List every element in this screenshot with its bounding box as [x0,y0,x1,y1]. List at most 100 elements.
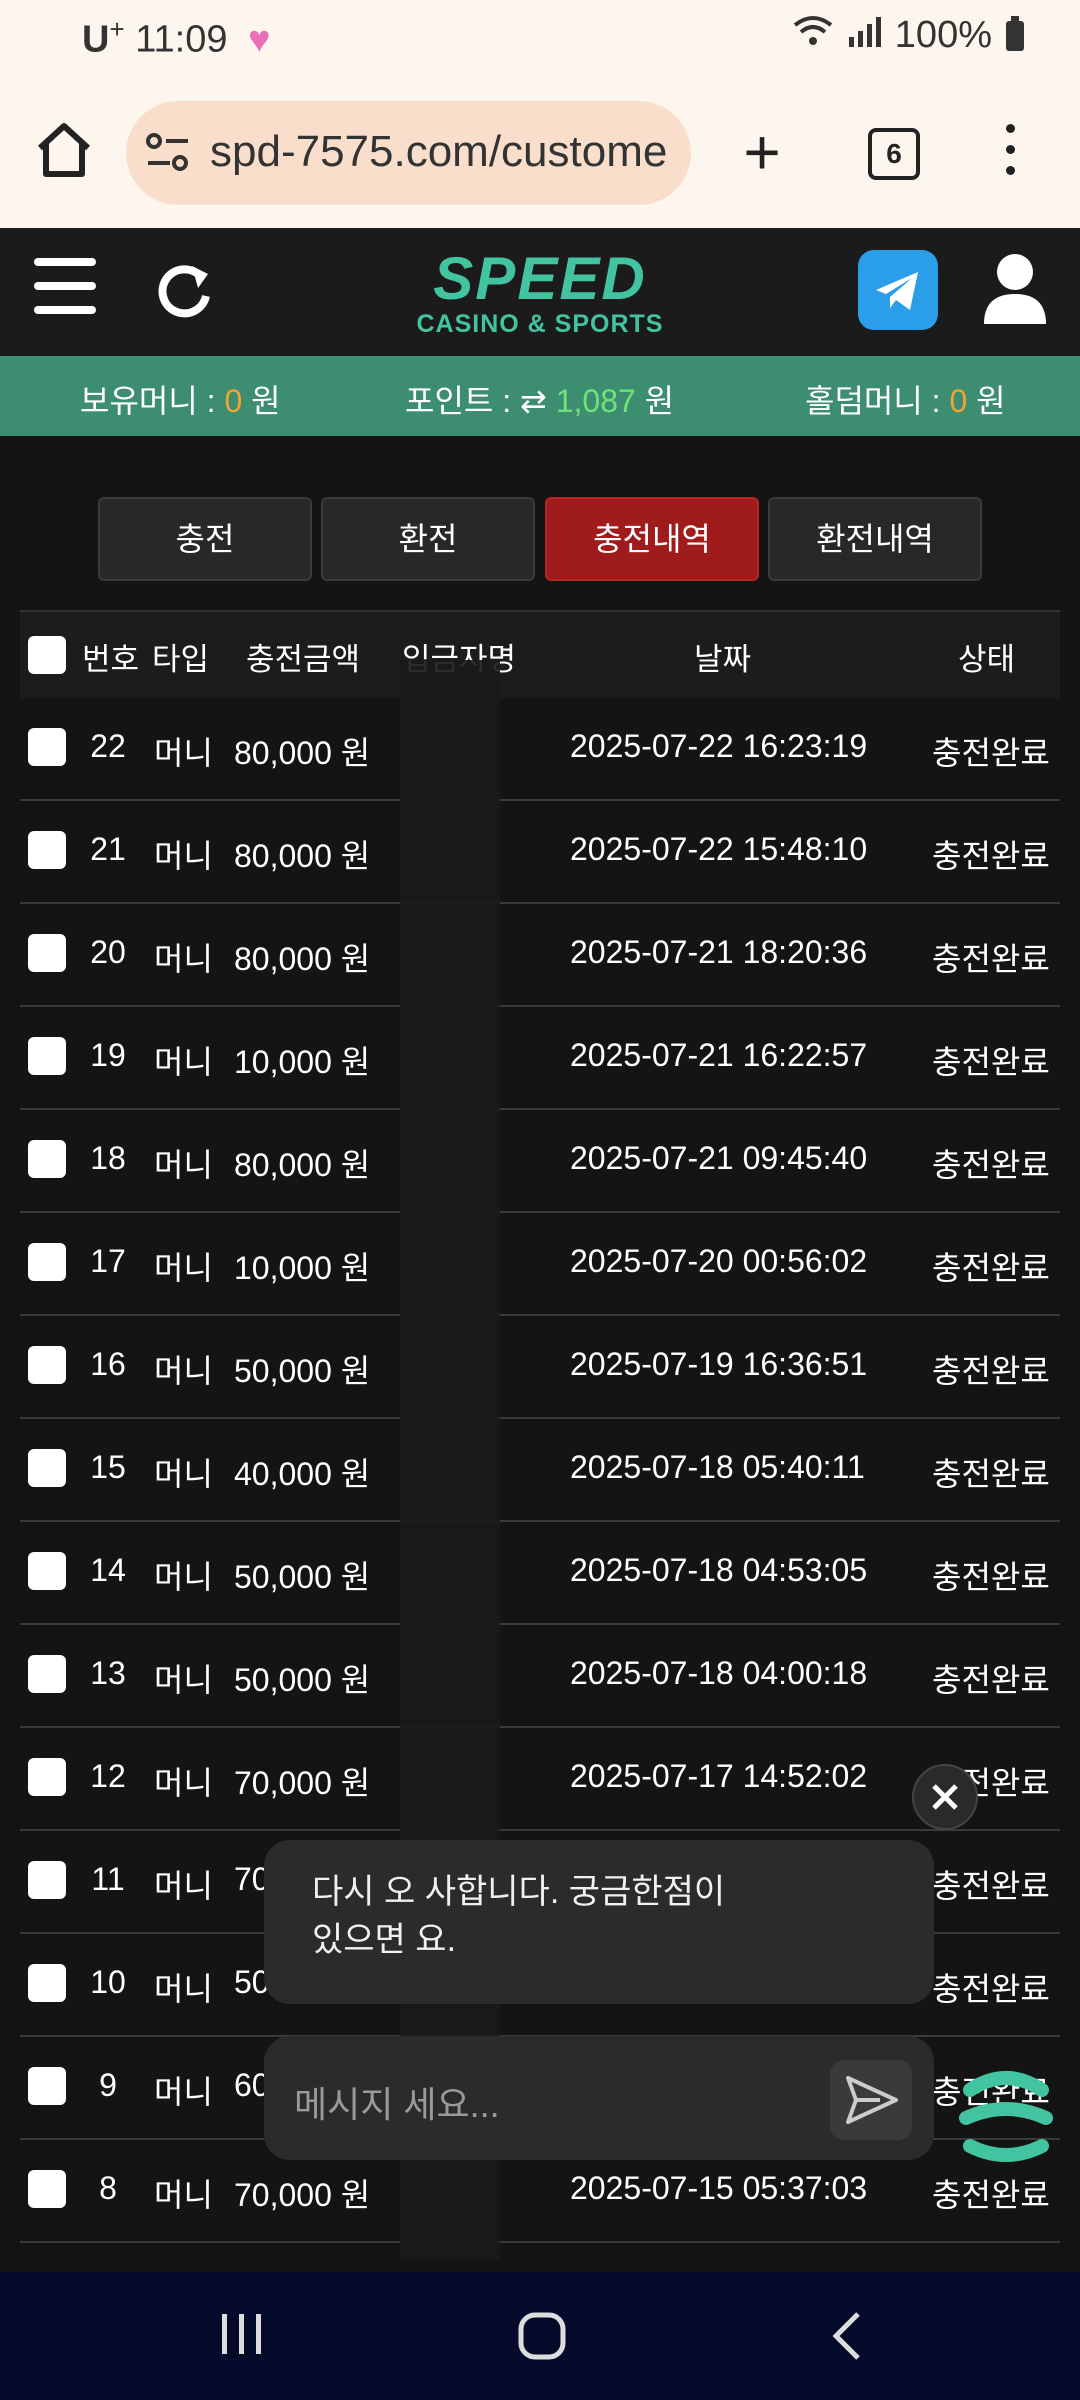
battery-icon [1006,15,1024,51]
row-status: 충전완료 [932,735,1050,771]
row-checkbox[interactable] [28,1552,66,1590]
row-status: 충전완료 [932,1044,1050,1080]
header-date: 날짜 [694,642,752,677]
table-row: 17 머니 10,000 원 2025-07-20 00:56:02 충전완료 [20,1213,1060,1316]
money-unit: 원 [251,383,281,419]
row-type: 머니 [154,838,213,874]
row-checkbox[interactable] [28,2170,66,2208]
send-button[interactable] [830,2060,912,2140]
money-balance: 보유머니 : 0 원 [80,376,281,422]
row-no: 19 [90,1037,126,1073]
row-status: 충전완료 [932,1662,1050,1698]
row-checkbox[interactable] [28,1861,66,1899]
row-checkbox[interactable] [28,1655,66,1693]
chat-input-placeholder: 메시지 세요... [294,2084,500,2125]
home-button[interactable] [32,118,96,182]
battery-percent: 100% [894,14,992,56]
refresh-icon[interactable] [150,258,216,324]
row-checkbox[interactable] [28,1964,66,2002]
heart-icon: ♥ [248,18,271,61]
row-checkbox[interactable] [28,2067,66,2105]
new-tab-button[interactable]: + [730,120,794,184]
row-status: 충전완료 [932,838,1050,874]
telegram-icon[interactable] [858,250,938,330]
row-status: 충전완료 [932,1868,1050,1904]
row-checkbox[interactable] [28,1449,66,1487]
row-checkbox[interactable] [28,1037,66,1075]
tab-switcher-button[interactable]: 6 [868,128,920,180]
row-type: 머니 [154,2177,213,2213]
tab-deposit-history[interactable]: 충전내역 [545,497,759,581]
holdem-value: 0 [949,383,968,419]
browser-menu-button[interactable] [1000,124,1020,184]
recent-apps-icon[interactable] [218,2310,266,2363]
row-type: 머니 [154,1662,213,1698]
status-bar: U+ 11:09 ♥ 100% [0,0,1080,76]
carrier-label: U [82,18,110,61]
row-date: 2025-07-18 04:00:18 [570,1655,868,1691]
menu-icon[interactable] [34,258,96,318]
chat-close-button[interactable] [912,1764,978,1830]
row-checkbox[interactable] [28,1758,66,1796]
row-checkbox[interactable] [28,831,66,869]
chat-launcher-icon[interactable] [950,2060,1062,2172]
row-type: 머니 [154,1250,213,1286]
table-row: 16 머니 50,000 원 2025-07-19 16:36:51 충전완료 [20,1316,1060,1419]
carrier-plus: + [109,14,125,44]
row-status: 충전완료 [932,1971,1050,2007]
row-date: 2025-07-21 18:20:36 [570,934,868,970]
holdem-balance: 홀덤머니 : 0 원 [805,376,1006,422]
row-checkbox[interactable] [28,728,66,766]
exchange-icon[interactable]: ⇄ [520,383,547,419]
wifi-icon [793,14,833,57]
send-icon [846,2076,898,2124]
table-row: 20 머니 80,000 원 2025-07-21 18:20:36 충전완료 [20,904,1060,1007]
row-amount: 50,000 원 [234,1662,371,1698]
holdem-unit: 원 [976,383,1006,419]
row-status: 충전완료 [932,2177,1050,2213]
points-value: 1,087 [555,383,636,419]
tab-deposit[interactable]: 충전 [98,497,312,581]
points-unit: 원 [644,383,675,419]
row-status: 충전완료 [932,1353,1050,1389]
chat-message-line2: 있으면 요. [312,1921,457,1959]
row-amount: 80,000 원 [234,735,371,771]
tab-withdraw[interactable]: 환전 [321,497,535,581]
table-row: 19 머니 10,000 원 2025-07-21 16:22:57 충전완료 [20,1007,1060,1110]
back-icon[interactable] [826,2310,866,2367]
row-amount: 80,000 원 [234,838,371,874]
table-row: 18 머니 80,000 원 2025-07-21 09:45:40 충전완료 [20,1110,1060,1213]
holdem-label: 홀덤머니 : [805,383,941,419]
table-row: 12 머니 70,000 원 2025-07-17 14:52:02 충전완료 [20,1728,1060,1831]
row-no: 12 [90,1758,126,1794]
row-date: 2025-07-17 14:52:02 [570,1758,868,1794]
table-row: 22 머니 80,000 원 2025-07-22 16:23:19 충전완료 [20,698,1060,801]
row-date: 2025-07-21 09:45:40 [570,1140,868,1176]
row-checkbox[interactable] [28,1346,66,1384]
row-type: 머니 [154,1971,213,2007]
row-date: 2025-07-19 16:36:51 [570,1346,868,1382]
row-checkbox[interactable] [28,1140,66,1178]
balance-bar: 보유머니 : 0 원 포인트 : ⇄ 1,087 원 홀덤머니 : 0 원 [0,356,1080,436]
row-checkbox[interactable] [28,934,66,972]
user-icon[interactable] [980,250,1050,330]
chat-message: 다시 오 사합니다. 궁금한점이있으면 요. [264,1840,934,2004]
table-header: 번호 타입 충전금액 입금자명 날짜 상태 [20,610,1060,698]
logo-tagline: CASINO & SPORTS [416,310,664,338]
status-left: U+ 11:09 ♥ [82,14,271,62]
select-all-checkbox[interactable] [28,636,66,674]
site-header: SPEED CASINO & SPORTS [0,228,1080,356]
row-date: 2025-07-18 04:53:05 [570,1552,868,1588]
tab-withdraw-history[interactable]: 환전내역 [768,497,982,581]
site-settings-icon[interactable] [146,133,190,173]
row-checkbox[interactable] [28,1243,66,1281]
site-logo[interactable]: SPEED CASINO & SPORTS [396,248,684,344]
row-no: 22 [90,728,126,764]
url-bar[interactable]: spd-7575.com/custome [126,101,691,205]
money-label: 보유머니 : [80,383,216,419]
row-no: 11 [91,1861,125,1897]
chat-message-line1: 다시 오 사합니다. 궁금한점이 [312,1873,726,1911]
row-amount: 50,000 원 [234,1353,371,1389]
home-nav-icon[interactable] [516,2310,568,2367]
table-row: 15 머니 40,000 원 2025-07-18 05:40:11 충전완료 [20,1419,1060,1522]
